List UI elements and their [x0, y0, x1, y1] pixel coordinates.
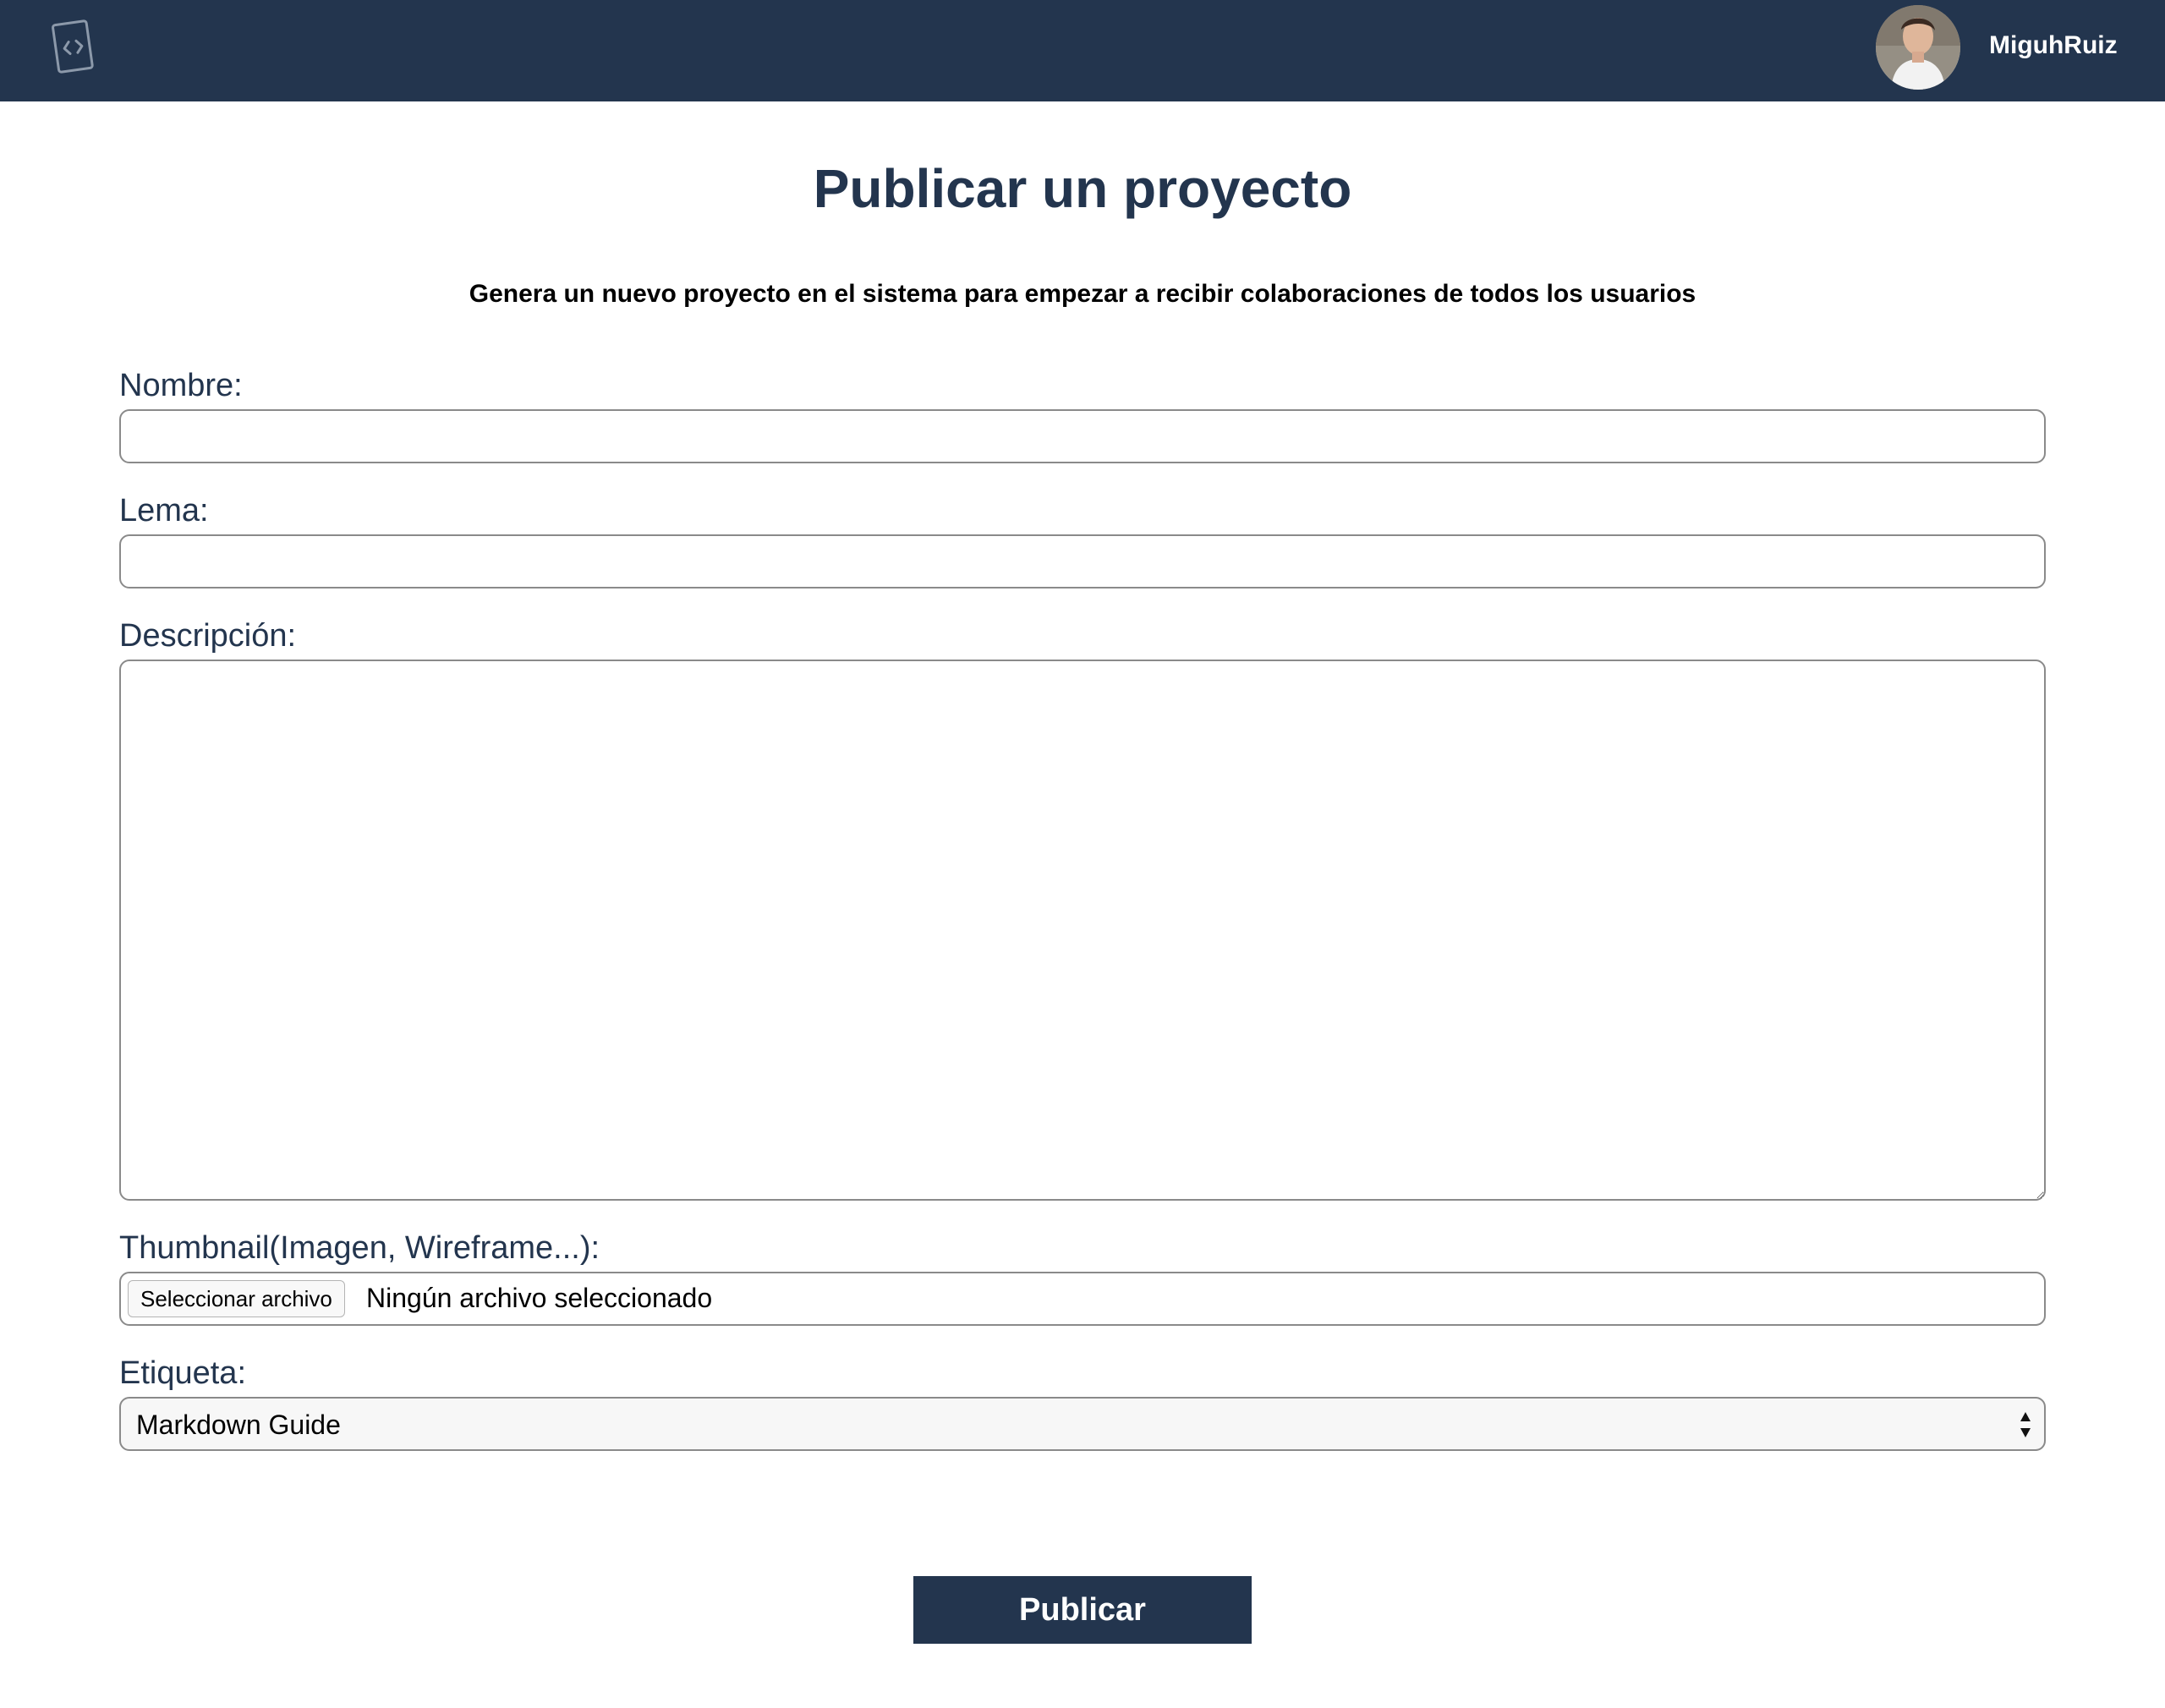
- username[interactable]: MiguhRuiz: [1989, 30, 2118, 61]
- description-textarea[interactable]: [119, 660, 2046, 1201]
- file-selection-status: Ningún archivo seleccionado: [366, 1283, 713, 1313]
- select-arrows-icon: [2019, 1409, 2032, 1441]
- top-navbar: MiguhRuiz: [0, 0, 2165, 101]
- select-file-button[interactable]: Seleccionar archivo: [128, 1280, 345, 1317]
- tag-selected-value: Markdown Guide: [136, 1410, 341, 1440]
- tag-label: Etiqueta:: [119, 1355, 246, 1391]
- page-subtitle: Genera un nuevo proyecto en el sistema p…: [469, 280, 1696, 308]
- description-label: Descripción:: [119, 618, 297, 654]
- name-input[interactable]: [119, 409, 2046, 463]
- thumbnail-file-input[interactable]: Seleccionar archivo Ningún archivo selec…: [119, 1272, 2046, 1326]
- code-card-icon[interactable]: [49, 19, 96, 76]
- user-avatar[interactable]: [1876, 5, 1960, 90]
- name-label: Nombre:: [119, 368, 243, 403]
- motto-input[interactable]: [119, 534, 2046, 588]
- thumbnail-label: Thumbnail(Imagen, Wireframe...):: [119, 1230, 600, 1266]
- page-title: Publicar un proyecto: [813, 158, 1352, 219]
- publish-button[interactable]: Publicar: [913, 1576, 1252, 1644]
- tag-select[interactable]: Markdown Guide: [119, 1397, 2046, 1451]
- motto-label: Lema:: [119, 493, 209, 528]
